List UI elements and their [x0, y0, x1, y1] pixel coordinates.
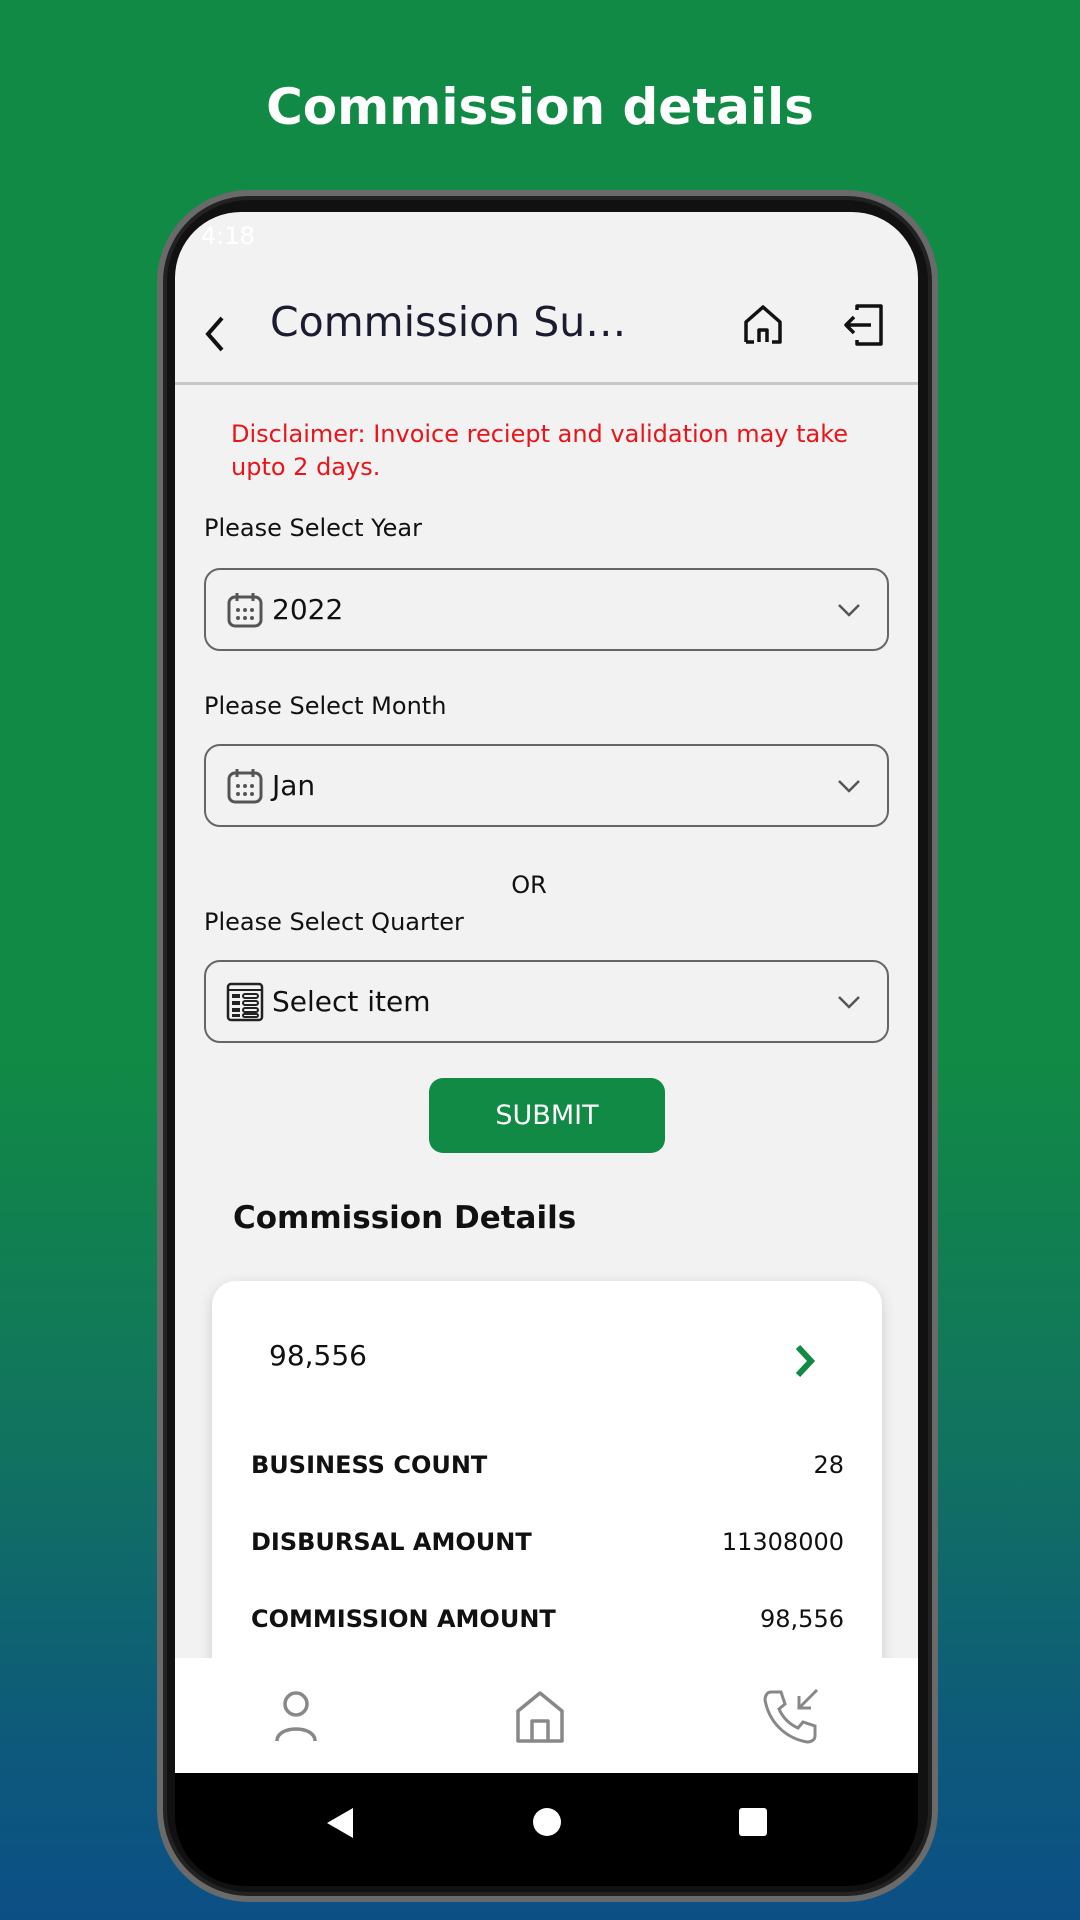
- status-time: 4:18: [201, 222, 255, 250]
- logout-icon[interactable]: [841, 302, 887, 348]
- header-divider: [175, 382, 918, 385]
- card-row: COMMISSION AMOUNT 98,556: [251, 1605, 844, 1633]
- card-amount: 98,556: [269, 1339, 367, 1372]
- recents-square-icon[interactable]: [738, 1807, 768, 1837]
- row-label: COMMISSION AMOUNT: [251, 1605, 556, 1633]
- quarter-list-icon: [226, 982, 264, 1021]
- card-row: DISBURSAL AMOUNT 11308000: [251, 1528, 844, 1556]
- row-label: BUSINESS COUNT: [251, 1451, 488, 1479]
- month-label: Please Select Month: [204, 692, 447, 720]
- or-text: OR: [511, 871, 547, 899]
- chevron-down-icon: [838, 995, 860, 1009]
- calendar-icon: [227, 768, 263, 803]
- row-value: 11308000: [721, 1528, 844, 1556]
- row-value: 28: [813, 1451, 844, 1479]
- chevron-down-icon: [838, 603, 860, 617]
- home-icon[interactable]: [741, 302, 785, 348]
- row-value: 98,556: [760, 1605, 844, 1633]
- back-nav-icon[interactable]: [325, 1806, 355, 1840]
- chevron-down-icon: [838, 779, 860, 793]
- quarter-dropdown[interactable]: Select item: [204, 960, 889, 1043]
- quarter-placeholder: Select item: [272, 985, 431, 1018]
- year-label: Please Select Year: [204, 514, 422, 542]
- calendar-icon: [227, 592, 263, 627]
- home-nav-icon[interactable]: [514, 1689, 566, 1743]
- incoming-call-icon[interactable]: [761, 1686, 821, 1746]
- quarter-label: Please Select Quarter: [204, 908, 464, 936]
- home-circle-icon[interactable]: [532, 1807, 562, 1837]
- app-screen: 4:18 Commission Summar... Disclaimer: In…: [175, 212, 918, 1773]
- row-label: DISBURSAL AMOUNT: [251, 1528, 532, 1556]
- submit-button[interactable]: SUBMIT: [429, 1078, 665, 1153]
- chevron-right-icon[interactable]: [794, 1343, 816, 1379]
- page-title: Commission Summar...: [270, 298, 650, 346]
- section-title: Commission Details: [233, 1200, 577, 1236]
- month-dropdown[interactable]: Jan: [204, 744, 889, 827]
- year-dropdown[interactable]: 2022: [204, 568, 889, 651]
- back-icon[interactable]: [200, 314, 230, 354]
- promo-title: Commission details: [266, 78, 814, 136]
- system-navigation-bar: [175, 1773, 918, 1886]
- year-value: 2022: [272, 593, 344, 626]
- disclaimer-text: Disclaimer: Invoice reciept and validati…: [231, 420, 849, 481]
- bottom-navigation: [175, 1658, 918, 1773]
- card-row: BUSINESS COUNT 28: [251, 1451, 844, 1479]
- month-value: Jan: [272, 769, 316, 802]
- profile-icon[interactable]: [273, 1689, 319, 1743]
